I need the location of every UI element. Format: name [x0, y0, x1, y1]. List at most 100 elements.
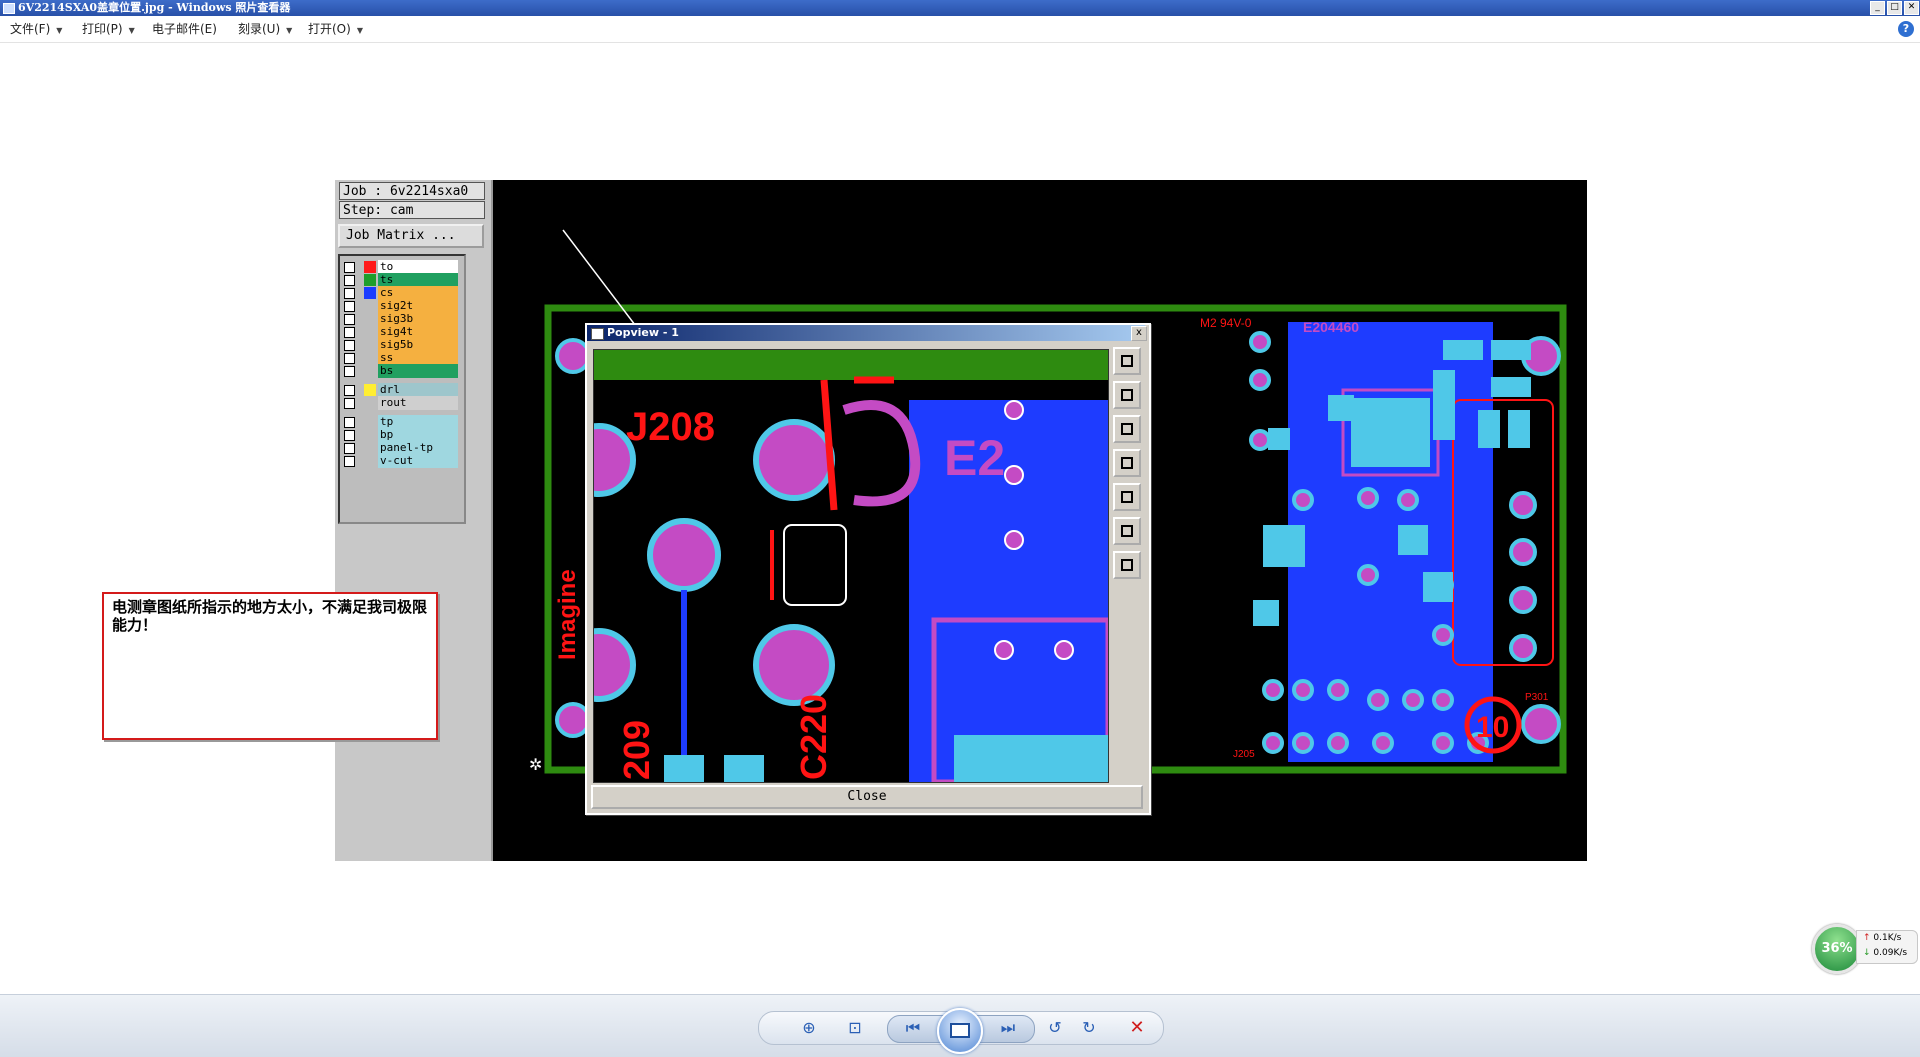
- layer-row-tp: tp: [344, 415, 458, 429]
- layer-name: to: [378, 260, 458, 274]
- layer-color-swatch: [364, 287, 376, 299]
- window-title: 6V2214SXA0盖章位置.jpg - Windows 照片查看器: [18, 1, 291, 14]
- menu-email[interactable]: 电子邮件(E): [152, 16, 217, 42]
- zoom-icon[interactable]: ⊕: [795, 1016, 823, 1040]
- brand-logo: Imagine: [554, 569, 581, 660]
- menu-bar: 文件(F) ▼ 打印(P) ▼ 电子邮件(E) 刻录(U) ▼ 打开(O) ▼ ?: [0, 16, 1920, 43]
- layer-checkbox: [344, 340, 355, 351]
- zoom-out-icon: [1113, 517, 1141, 545]
- arrow-up-icon: ↑: [1863, 933, 1874, 943]
- menu-burn[interactable]: 刻录(U) ▼: [238, 16, 292, 42]
- delete-icon[interactable]: ✕: [1123, 1016, 1151, 1040]
- pan-right-icon: [1113, 483, 1141, 511]
- popview-toolbar: [1113, 347, 1143, 587]
- menu-file[interactable]: 文件(F) ▼: [10, 16, 62, 42]
- help-icon[interactable]: ?: [1898, 21, 1914, 37]
- layer-row-ss: ss: [344, 351, 458, 365]
- c209-label: 209: [616, 720, 657, 780]
- network-speed-widget[interactable]: 36% ↑ 0.1K/s ↓ 0.09K/s: [1812, 924, 1918, 974]
- layer-name: sig4t: [378, 325, 458, 339]
- layer-row-drl: drl: [344, 383, 458, 397]
- next-icon[interactable]: ⏭: [994, 1016, 1022, 1040]
- pan-down-icon: [1113, 415, 1141, 443]
- upload-speed: ↑ 0.1K/s: [1857, 931, 1917, 946]
- menu-print-label: 打印(P): [82, 22, 123, 36]
- menu-open[interactable]: 打开(O) ▼: [308, 16, 363, 42]
- layer-checkbox: [344, 366, 355, 377]
- c220-label: C220: [793, 694, 834, 780]
- menu-print[interactable]: 打印(P) ▼: [82, 16, 135, 42]
- layer-checkbox: [344, 430, 355, 441]
- download-speed-value: 0.09K/s: [1873, 948, 1908, 958]
- layer-row-v-cut: v-cut: [344, 454, 458, 468]
- slideshow-button[interactable]: [937, 1008, 983, 1054]
- ic-pad: [1351, 398, 1430, 467]
- popview-close-button: Close: [591, 785, 1143, 809]
- annotation-note: 电测章图纸所指示的地方太小，不满足我司极限能力！: [102, 592, 438, 740]
- maximize-button[interactable]: □: [1887, 1, 1902, 15]
- layer-row-to: to: [344, 260, 458, 274]
- layer-checkbox: [344, 456, 355, 467]
- layer-checkbox: [344, 385, 355, 396]
- layer-color-swatch: [364, 352, 376, 364]
- menu-email-label: 电子邮件(E): [152, 22, 217, 36]
- layer-checkbox: [344, 398, 355, 409]
- j208-label: J208: [626, 405, 715, 449]
- step-name: Step: cam: [339, 201, 485, 219]
- layer-checkbox: [344, 443, 355, 454]
- download-speed: ↓ 0.09K/s: [1857, 946, 1917, 961]
- chevron-down-icon: ▼: [128, 26, 135, 35]
- zoom-in-icon: [1113, 551, 1141, 579]
- previous-icon[interactable]: ⏮: [899, 1016, 927, 1040]
- smd-pad: [724, 755, 764, 782]
- layer-name: ts: [378, 273, 458, 287]
- cursor-icon: ✲: [529, 755, 542, 774]
- pad-group: [594, 419, 835, 706]
- window-icon: [591, 328, 604, 340]
- layer-name: cs: [378, 286, 458, 300]
- close-window-button[interactable]: ✕: [1904, 1, 1919, 15]
- layer-color-swatch: [364, 339, 376, 351]
- layer-name: tp: [378, 415, 458, 429]
- chevron-down-icon: ▼: [56, 26, 63, 35]
- layer-color-swatch: [364, 455, 376, 467]
- layer-row-cs: cs: [344, 286, 458, 300]
- layer-row-ts: ts: [344, 273, 458, 287]
- rotate-left-icon[interactable]: ↺: [1041, 1016, 1069, 1040]
- layer-name: v-cut: [378, 454, 458, 468]
- layer-row-panel-tp: panel-tp: [344, 441, 458, 455]
- layer-name: panel-tp: [378, 441, 458, 455]
- window-title-bar: 6V2214SXA0盖章位置.jpg - Windows 照片查看器 _ □ ✕: [0, 0, 1920, 16]
- rotate-right-icon[interactable]: ↻: [1075, 1016, 1103, 1040]
- smd-pad: [664, 755, 704, 782]
- chevron-down-icon: ▼: [286, 26, 293, 35]
- layer-color-swatch: [364, 442, 376, 454]
- popview-close-icon: x: [1131, 326, 1147, 341]
- layer-name: rout: [378, 396, 458, 410]
- controls-pill: ⊕ ⊡ ⏮ ⏭ ↺ ↻ ✕: [758, 1008, 1164, 1054]
- layer-row-sig2t: sig2t: [344, 299, 458, 313]
- layer-checkbox: [344, 275, 355, 286]
- layer-checkbox: [344, 314, 355, 325]
- pan-left-icon: [1113, 449, 1141, 477]
- layer-row-bs: bs: [344, 364, 458, 378]
- minimize-button[interactable]: _: [1870, 1, 1885, 15]
- layer-name: drl: [378, 383, 458, 397]
- actual-size-icon[interactable]: ⊡: [841, 1016, 869, 1040]
- layer-color-swatch: [364, 365, 376, 377]
- layer-name: sig3b: [378, 312, 458, 326]
- menu-file-label: 文件(F): [10, 22, 51, 36]
- job-matrix-button: Job Matrix ...: [338, 224, 484, 248]
- layer-checkbox: [344, 262, 355, 273]
- upload-speed-value: 0.1K/s: [1873, 933, 1902, 943]
- layer-checkbox: [344, 417, 355, 428]
- viewer-toolbar: ⊕ ⊡ ⏮ ⏭ ↺ ↻ ✕: [0, 994, 1920, 1057]
- speed-box: ↑ 0.1K/s ↓ 0.09K/s: [1856, 930, 1918, 964]
- layer-name: sig2t: [378, 299, 458, 313]
- board-edge: [594, 350, 1108, 380]
- pan-up-icon: [1113, 381, 1141, 409]
- layer-row-rout: rout: [344, 396, 458, 410]
- layer-checkbox: [344, 301, 355, 312]
- smd-pad: [954, 735, 1108, 782]
- memory-percent: 36%: [1812, 924, 1862, 974]
